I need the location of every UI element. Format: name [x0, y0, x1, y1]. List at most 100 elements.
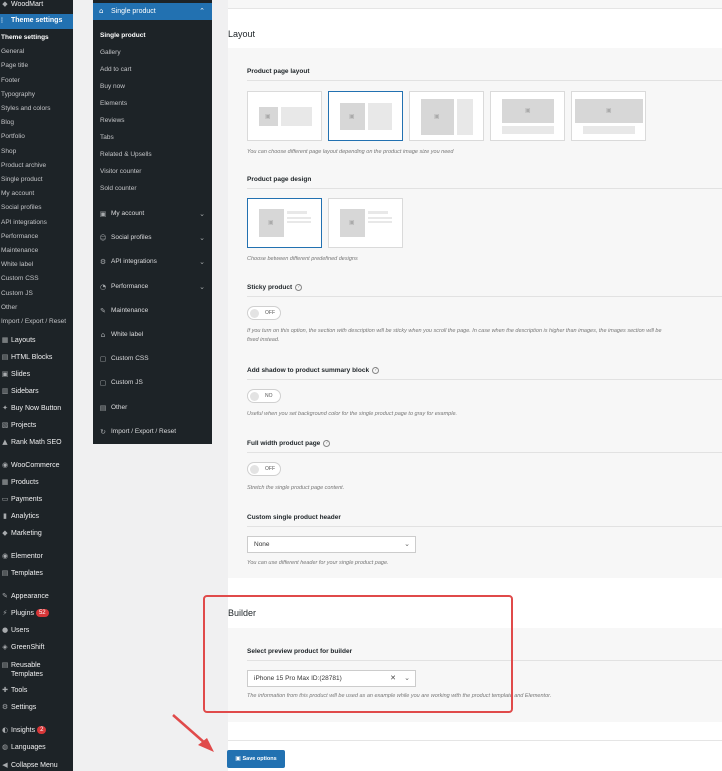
theme-submenu-item[interactable]: Page title	[0, 59, 73, 72]
theme-submenu-item[interactable]: Typography	[0, 88, 73, 101]
subsection-item[interactable]: Reviews	[93, 112, 212, 129]
full-width-toggle[interactable]: OFF	[247, 462, 281, 476]
admin-menu-item[interactable]: ▧ Projects	[0, 419, 73, 432]
theme-submenu-item[interactable]: Other	[0, 301, 73, 314]
admin-menu-item[interactable]: ▲ Rank Math SEO	[0, 436, 73, 449]
admin-menu-item[interactable]: ✎ Appearance	[0, 590, 73, 603]
subsection-item[interactable]: Related & Upsells	[93, 146, 212, 163]
settings-section-item[interactable]: ⌂ White label	[93, 323, 212, 347]
admin-menu-item[interactable]: ◐ Insights 2	[0, 724, 73, 737]
theme-submenu-item[interactable]: Portfolio	[0, 130, 73, 143]
settings-section-item[interactable]: ⚙ API integrations ⌄	[93, 250, 212, 274]
theme-submenu-item[interactable]: Social profiles	[0, 201, 73, 214]
admin-menu-item[interactable]: ● Users	[0, 624, 73, 637]
settings-section-item[interactable]: ☺ Social profiles ⌄	[93, 226, 212, 250]
woodmart-icon: ◆	[2, 0, 8, 8]
admin-menu-item[interactable]: ⚡ Plugins 52	[0, 607, 73, 620]
design-option-alternative[interactable]: ▣	[328, 198, 403, 248]
subsection-item[interactable]: Visitor counter	[93, 163, 212, 180]
image-icon: ▣	[268, 219, 274, 226]
image-icon: ▣	[525, 107, 531, 114]
settings-section-item[interactable]: ◔ Performance ⌄	[93, 275, 212, 299]
admin-menu-item[interactable]: ✚ Tools	[0, 684, 73, 697]
admin-menu-item[interactable]: ▦ Products	[0, 476, 73, 489]
admin-menu-item[interactable]: ◍ Languages	[0, 741, 73, 754]
admin-menu-item[interactable]: ▤ Templates	[0, 567, 73, 580]
image-icon: ▣	[434, 113, 440, 120]
subsection-item[interactable]: Tabs	[93, 129, 212, 146]
theme-submenu-item[interactable]: Footer	[0, 74, 73, 87]
admin-menu-item[interactable]: ▥ Sidebars	[0, 385, 73, 398]
divider	[228, 740, 722, 741]
layout-option-large-image[interactable]: ▣	[409, 91, 484, 141]
settings-section-item[interactable]: ▢ Custom CSS	[93, 347, 212, 371]
theme-submenu-item[interactable]: Shop	[0, 145, 73, 158]
divider	[247, 526, 722, 527]
theme-submenu-item[interactable]: API integrations	[0, 216, 73, 229]
theme-submenu-item[interactable]: General	[0, 45, 73, 58]
account-icon: ▣	[99, 210, 107, 218]
help-icon[interactable]: ?	[323, 440, 331, 447]
subsection-item[interactable]: Single product	[93, 27, 212, 44]
theme-submenu-item[interactable]: Product archive	[0, 159, 73, 172]
admin-menu-label: Rank Math SEO	[11, 439, 62, 446]
admin-menu-item[interactable]: ▤ Reusable Templates	[0, 659, 73, 678]
subsection-item[interactable]: Buy now	[93, 78, 212, 95]
layout-option-fullwidth-stretched[interactable]: ▣	[571, 91, 646, 141]
social-icon: ☺	[99, 234, 107, 243]
help-icon[interactable]: ?	[295, 284, 303, 291]
subsection-item[interactable]: Gallery	[93, 44, 212, 61]
theme-submenu-item[interactable]: Performance	[0, 230, 73, 243]
subsection-item[interactable]: Sold counter	[93, 180, 212, 197]
help-icon[interactable]: ?	[372, 367, 380, 374]
theme-submenu-item[interactable]: Custom CSS	[0, 272, 73, 285]
layout-option-full-width-image[interactable]: ▣	[490, 91, 565, 141]
settings-section-item[interactable]: ↻ Import / Export / Reset	[93, 420, 212, 444]
theme-submenu-item[interactable]: Import / Export / Reset	[0, 315, 73, 328]
admin-menu-label: Plugins 52	[11, 609, 49, 618]
single-product-section-header[interactable]: ⌂ Single product ⌃	[93, 3, 212, 20]
save-options-button[interactable]: ▣ Save options	[227, 750, 285, 768]
section-label: Import / Export / Reset	[111, 427, 177, 435]
chevron-down-icon: ⌄	[199, 210, 205, 218]
admin-menu-item[interactable]: ◀ Collapse Menu	[0, 759, 73, 771]
theme-submenu-item[interactable]: My account	[0, 187, 73, 200]
admin-menu-item[interactable]: ◉ WooCommerce	[0, 459, 73, 472]
admin-menu-item[interactable]: ▤ HTML Blocks	[0, 351, 73, 364]
admin-menu-item[interactable]: ◉ Elementor	[0, 550, 73, 563]
shadow-toggle[interactable]: NO	[247, 389, 281, 403]
theme-submenu-item[interactable]: Custom JS	[0, 287, 73, 300]
shadow-hint: Useful when you set background color for…	[247, 411, 458, 417]
theme-submenu-item[interactable]: Theme settings	[0, 31, 73, 44]
layout-option-small-image[interactable]: ▣	[247, 91, 322, 141]
theme-submenu-item[interactable]: Single product	[0, 173, 73, 186]
admin-menu-item[interactable]: ▣ Slides	[0, 368, 73, 381]
design-option-default[interactable]: ▣	[247, 198, 322, 248]
count-badge: 2	[37, 726, 47, 734]
theme-submenu-item[interactable]: Blog	[0, 116, 73, 129]
settings-section-item[interactable]: ▣ My account ⌄	[93, 202, 212, 226]
admin-menu-item[interactable]: ▮ Analytics	[0, 510, 73, 523]
theme-submenu-item[interactable]: Styles and colors	[0, 102, 73, 115]
subsection-item[interactable]: Add to cart	[93, 61, 212, 78]
admin-menu-item[interactable]: ▦ Layouts	[0, 334, 73, 347]
admin-menu-item[interactable]: ⚙ Settings	[0, 701, 73, 714]
admin-menu-item[interactable]: ✦ Buy Now Button	[0, 402, 73, 415]
other-icon: ▤	[99, 403, 107, 412]
admin-menu-item[interactable]: ◈ GreenShift	[0, 641, 73, 654]
settings-section-item[interactable]: ▤ Other	[93, 396, 212, 420]
settings-section-item[interactable]: ✎ Maintenance	[93, 299, 212, 323]
theme-submenu-item[interactable]: White label	[0, 258, 73, 271]
admin-menu-item[interactable]: ▭ Payments	[0, 493, 73, 506]
sticky-product-toggle[interactable]: OFF	[247, 306, 281, 320]
subsection-item[interactable]: Elements	[93, 95, 212, 112]
admin-menu-item[interactable]: ◆ Marketing	[0, 527, 73, 540]
theme-submenu-item[interactable]: Maintenance	[0, 244, 73, 257]
woodmart-menu-item[interactable]: ◆ WoodMart	[0, 0, 73, 11]
layout-option-medium-image[interactable]: ▣	[328, 91, 403, 141]
custom-header-select[interactable]: None ⌄	[247, 536, 416, 553]
settings-section-item[interactable]: ▢ Custom JS	[93, 371, 212, 395]
white-label-icon: ⌂	[100, 331, 106, 339]
divider	[247, 379, 722, 380]
theme-settings-menu-item[interactable]: ⫶ Theme settings	[0, 14, 73, 29]
